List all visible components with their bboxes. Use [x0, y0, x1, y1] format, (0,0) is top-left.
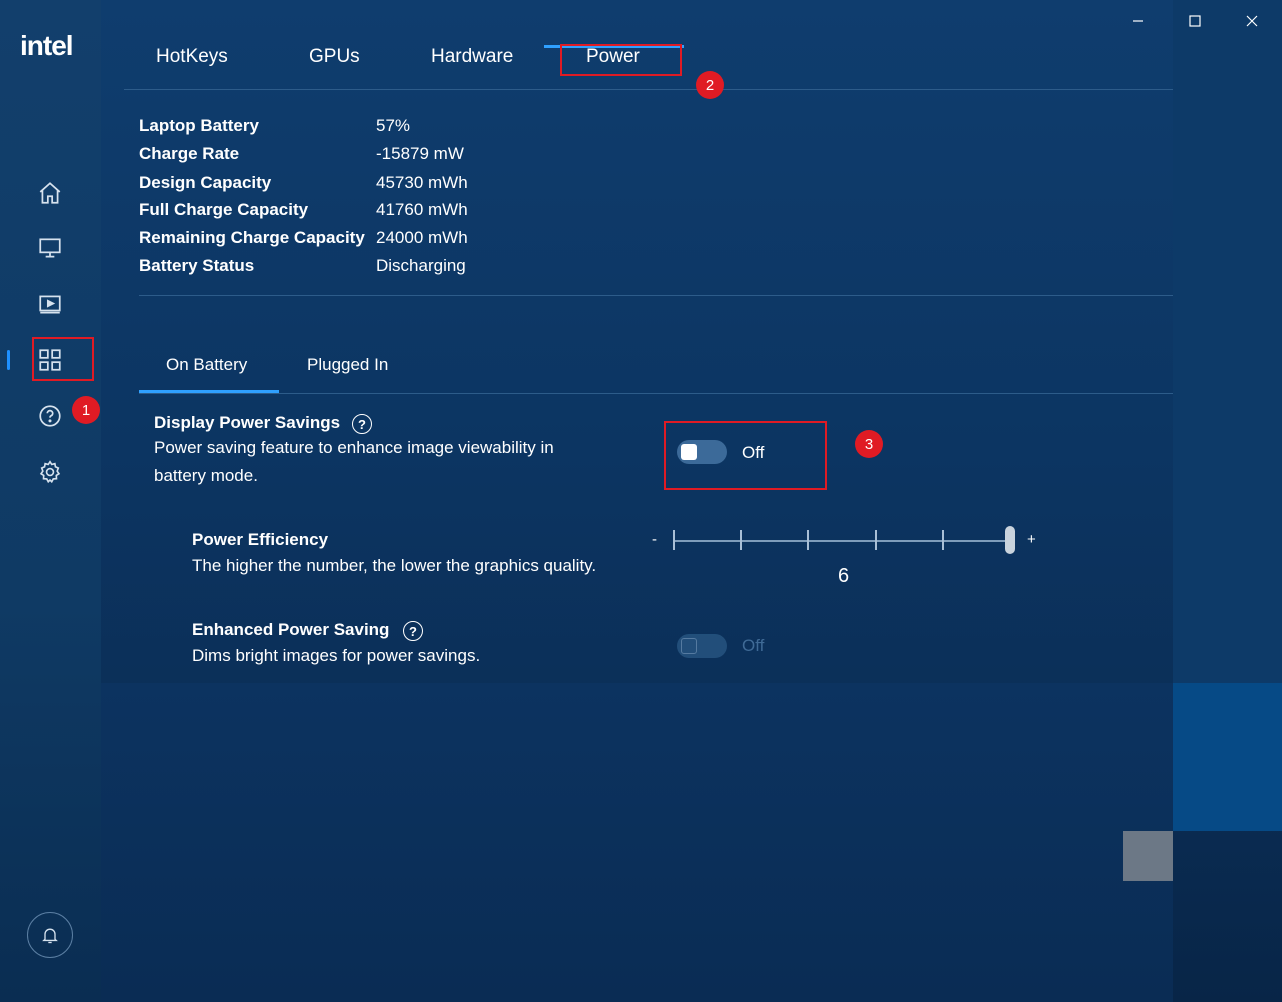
- info-value: -15879 mW: [376, 144, 464, 163]
- tab-gpus[interactable]: GPUs: [309, 46, 360, 68]
- power-efficiency-description: The higher the number, the lower the gra…: [192, 556, 597, 575]
- info-label: Charge Rate: [139, 144, 240, 163]
- info-value: Discharging: [376, 256, 466, 275]
- info-label: Full Charge Capacity: [139, 200, 309, 219]
- annotation-box-toggle: [664, 421, 827, 490]
- power-efficiency-title: Power Efficiency: [192, 530, 329, 549]
- annotation-box-apps: [32, 337, 94, 381]
- enhanced-power-saving-toggle-state: Off: [742, 636, 765, 655]
- slider-tick: [673, 530, 675, 550]
- maximize-button[interactable]: [1180, 8, 1210, 34]
- subtab-plugged-in[interactable]: Plugged In: [307, 355, 388, 375]
- sidebar: intel: [0, 0, 101, 1002]
- settings-gear-icon[interactable]: [34, 456, 66, 488]
- minimize-button[interactable]: [1123, 8, 1153, 34]
- power-efficiency-value: 6: [838, 565, 850, 587]
- info-value: 57%: [376, 116, 411, 135]
- intel-graphics-window: intel HotKeys GPUs Hardware Power Laptop…: [0, 0, 1282, 1002]
- background-blue-block: [1173, 683, 1282, 831]
- power-subtab-bar: On Battery Plugged In: [139, 346, 1173, 394]
- tab-hardware[interactable]: Hardware: [431, 46, 513, 68]
- info-label: Laptop Battery: [139, 116, 259, 135]
- tab-hotkeys[interactable]: HotKeys: [156, 46, 228, 68]
- slider-min-symbol: -: [652, 531, 657, 548]
- annotation-badge-3: 3: [855, 430, 883, 458]
- enhanced-power-saving-description: Dims bright images for power savings.: [192, 646, 481, 665]
- slider-tick: [740, 530, 742, 550]
- subtab-on-battery[interactable]: On Battery: [166, 355, 247, 375]
- info-label: Design Capacity: [139, 173, 272, 192]
- slider-tick: [875, 530, 877, 550]
- annotation-badge-2: 2: [696, 71, 724, 99]
- section-divider: [139, 295, 1173, 296]
- enhanced-power-saving-help-icon[interactable]: ?: [403, 621, 423, 641]
- toggle-knob: [681, 638, 697, 654]
- annotation-badge-1: 1: [72, 396, 100, 424]
- background-gray-square: [1123, 831, 1173, 881]
- background-right-panel: [1173, 0, 1282, 683]
- power-efficiency-slider-thumb[interactable]: [1005, 526, 1015, 554]
- display-power-savings-description: Power saving feature to enhance image vi…: [154, 438, 554, 485]
- slider-tick: [942, 530, 944, 550]
- background-lower-band: [101, 683, 1173, 1002]
- info-value: 41760 mWh: [376, 200, 468, 219]
- display-power-savings-title: Display Power Savings: [154, 413, 341, 432]
- notifications-bell-icon[interactable]: [27, 912, 73, 958]
- enhanced-power-saving-title: Enhanced Power Saving: [192, 620, 390, 639]
- info-label: Remaining Charge Capacity: [139, 228, 365, 247]
- active-nav-indicator: [7, 350, 10, 370]
- display-power-savings-help-icon[interactable]: ?: [352, 414, 372, 434]
- active-subtab-underline: [139, 390, 279, 393]
- info-value: 24000 mWh: [376, 228, 468, 247]
- info-value: 45730 mWh: [376, 173, 468, 192]
- slider-tick: [807, 530, 809, 550]
- slider-max-symbol: +: [1027, 531, 1036, 548]
- enhanced-power-saving-toggle[interactable]: [677, 634, 727, 658]
- power-efficiency-slider-track[interactable]: [674, 540, 1010, 542]
- annotation-box-power-tab: [560, 44, 682, 76]
- intel-logo: intel: [20, 30, 74, 61]
- help-icon[interactable]: [34, 400, 66, 432]
- home-icon[interactable]: [34, 177, 66, 209]
- video-icon[interactable]: [34, 288, 66, 320]
- close-button[interactable]: [1237, 8, 1267, 34]
- info-label: Battery Status: [139, 256, 255, 275]
- display-icon[interactable]: [34, 232, 66, 264]
